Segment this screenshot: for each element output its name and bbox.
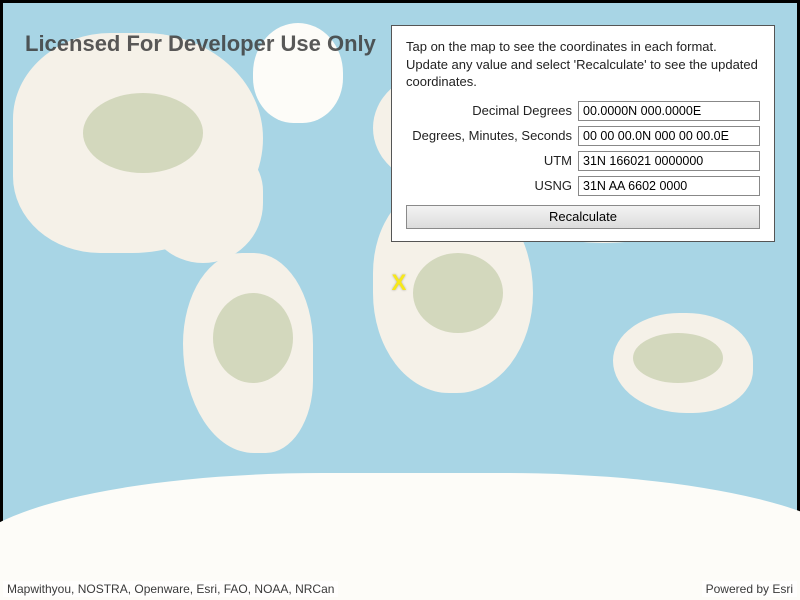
- label-decimal-degrees: Decimal Degrees: [406, 103, 578, 118]
- app-frame: Licensed For Developer Use Only X Tap on…: [0, 0, 800, 600]
- label-dms: Degrees, Minutes, Seconds: [406, 128, 578, 143]
- input-dms[interactable]: [578, 126, 760, 146]
- panel-instructions: Tap on the map to see the coordinates in…: [406, 38, 760, 91]
- coordinates-panel: Tap on the map to see the coordinates in…: [391, 25, 775, 242]
- row-dms: Degrees, Minutes, Seconds: [406, 126, 760, 146]
- row-usng: USNG: [406, 176, 760, 196]
- attribution-right: Powered by Esri: [702, 581, 797, 597]
- row-decimal-degrees: Decimal Degrees: [406, 101, 760, 121]
- input-utm[interactable]: [578, 151, 760, 171]
- attribution-left: Mapwithyou, NOSTRA, Openware, Esri, FAO,…: [3, 581, 338, 597]
- label-usng: USNG: [406, 178, 578, 193]
- row-utm: UTM: [406, 151, 760, 171]
- input-decimal-degrees[interactable]: [578, 101, 760, 121]
- input-usng[interactable]: [578, 176, 760, 196]
- recalculate-button[interactable]: Recalculate: [406, 205, 760, 229]
- label-utm: UTM: [406, 153, 578, 168]
